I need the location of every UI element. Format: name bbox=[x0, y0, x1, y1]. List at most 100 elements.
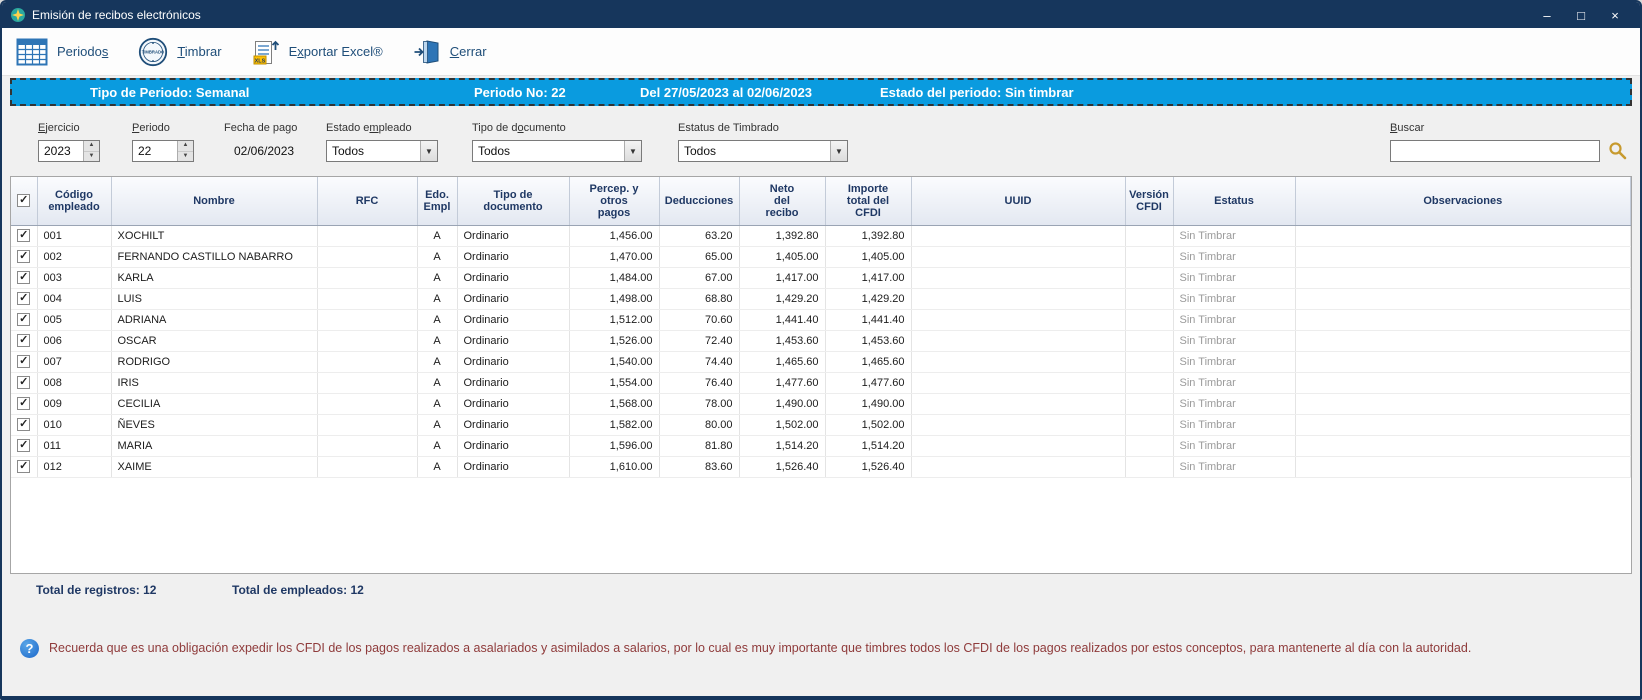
ejercicio-stepper[interactable]: 2023 ▲ ▼ bbox=[38, 140, 100, 162]
cell-rfc bbox=[317, 393, 417, 414]
cell-edo: A bbox=[417, 309, 457, 330]
cell-deducciones: 67.00 bbox=[659, 267, 739, 288]
col-header-observaciones[interactable]: Observaciones bbox=[1295, 177, 1631, 225]
table-row[interactable]: ✓ 002 FERNANDO CASTILLO NABARRO A Ordina… bbox=[11, 246, 1631, 267]
cell-uuid bbox=[911, 435, 1125, 456]
spin-up-icon[interactable]: ▲ bbox=[84, 141, 99, 152]
cell-importe-cfdi: 1,441.40 bbox=[825, 309, 911, 330]
select-all-checkbox[interactable]: ✓ bbox=[17, 194, 30, 207]
row-checkbox[interactable]: ✓ bbox=[17, 439, 30, 452]
row-checkbox[interactable]: ✓ bbox=[17, 460, 30, 473]
estatus-timbrado-select[interactable]: Todos ▼ bbox=[678, 140, 848, 162]
total-registros: Total de registros: 12 bbox=[36, 583, 232, 597]
col-header-uuid[interactable]: UUID bbox=[911, 177, 1125, 225]
table-row[interactable]: ✓ 006 OSCAR A Ordinario 1,526.00 72.40 1… bbox=[11, 330, 1631, 351]
row-checkbox[interactable]: ✓ bbox=[17, 229, 30, 242]
cell-tipo-documento: Ordinario bbox=[457, 225, 569, 246]
row-checkbox[interactable]: ✓ bbox=[17, 313, 30, 326]
cerrar-button[interactable]: Cerrar bbox=[413, 38, 487, 66]
search-input[interactable] bbox=[1390, 140, 1600, 162]
cell-nombre: KARLA bbox=[111, 267, 317, 288]
svg-text:XLS: XLS bbox=[254, 58, 265, 64]
cell-deducciones: 78.00 bbox=[659, 393, 739, 414]
maximize-button[interactable]: □ bbox=[1564, 4, 1598, 26]
col-header-edo[interactable]: Edo. Empl bbox=[417, 177, 457, 225]
cell-percepciones: 1,526.00 bbox=[569, 330, 659, 351]
cell-importe-cfdi: 1,405.00 bbox=[825, 246, 911, 267]
col-header-deducciones[interactable]: Deducciones bbox=[659, 177, 739, 225]
cell-observaciones bbox=[1295, 309, 1631, 330]
periods-calendar-icon bbox=[16, 38, 48, 66]
row-checkbox[interactable]: ✓ bbox=[17, 292, 30, 305]
cell-rfc bbox=[317, 330, 417, 351]
table-row[interactable]: ✓ 005 ADRIANA A Ordinario 1,512.00 70.60… bbox=[11, 309, 1631, 330]
periodos-button[interactable]: Periodos bbox=[16, 38, 108, 66]
cell-percepciones: 1,512.00 bbox=[569, 309, 659, 330]
cell-importe-cfdi: 1,477.60 bbox=[825, 372, 911, 393]
cell-nombre: ADRIANA bbox=[111, 309, 317, 330]
table-row[interactable]: ✓ 012 XAIME A Ordinario 1,610.00 83.60 1… bbox=[11, 456, 1631, 477]
timbrar-button[interactable]: TIMBRADO Timbrar bbox=[138, 37, 221, 67]
cell-observaciones bbox=[1295, 330, 1631, 351]
table-row[interactable]: ✓ 007 RODRIGO A Ordinario 1,540.00 74.40… bbox=[11, 351, 1631, 372]
table-row[interactable]: ✓ 001 XOCHILT A Ordinario 1,456.00 63.20… bbox=[11, 225, 1631, 246]
cell-observaciones bbox=[1295, 267, 1631, 288]
row-checkbox[interactable]: ✓ bbox=[17, 376, 30, 389]
cell-version-cfdi bbox=[1125, 267, 1173, 288]
cell-edo: A bbox=[417, 330, 457, 351]
spin-down-icon[interactable]: ▼ bbox=[84, 152, 99, 162]
estado-empleado-select[interactable]: Todos ▼ bbox=[326, 140, 438, 162]
cell-version-cfdi bbox=[1125, 246, 1173, 267]
periodos-label: Periodos bbox=[57, 44, 108, 59]
tipo-documento-select[interactable]: Todos ▼ bbox=[472, 140, 642, 162]
cell-codigo: 003 bbox=[37, 267, 111, 288]
cell-tipo-documento: Ordinario bbox=[457, 351, 569, 372]
cell-edo: A bbox=[417, 435, 457, 456]
spin-down-icon[interactable]: ▼ bbox=[178, 152, 193, 162]
exportar-excel-button[interactable]: XLS Exportar Excel® bbox=[252, 37, 383, 67]
col-header-estatus[interactable]: Estatus bbox=[1173, 177, 1295, 225]
col-header-tipo-documento[interactable]: Tipo de documento bbox=[457, 177, 569, 225]
row-checkbox[interactable]: ✓ bbox=[17, 334, 30, 347]
table-row[interactable]: ✓ 003 KARLA A Ordinario 1,484.00 67.00 1… bbox=[11, 267, 1631, 288]
cell-deducciones: 76.40 bbox=[659, 372, 739, 393]
search-icon[interactable] bbox=[1608, 141, 1627, 160]
minimize-button[interactable]: – bbox=[1530, 4, 1564, 26]
row-checkbox[interactable]: ✓ bbox=[17, 418, 30, 431]
employee-grid: ✓ Código empleado Nombre RFC Edo. Empl T… bbox=[10, 176, 1632, 574]
row-checkbox[interactable]: ✓ bbox=[17, 355, 30, 368]
cell-estatus: Sin Timbrar bbox=[1173, 267, 1295, 288]
col-header-importe-cfdi[interactable]: Importe total del CFDI bbox=[825, 177, 911, 225]
close-button[interactable]: × bbox=[1598, 4, 1632, 26]
table-row[interactable]: ✓ 010 ÑEVES A Ordinario 1,582.00 80.00 1… bbox=[11, 414, 1631, 435]
dropdown-arrow-icon[interactable]: ▼ bbox=[420, 141, 437, 161]
cell-estatus: Sin Timbrar bbox=[1173, 288, 1295, 309]
cell-rfc bbox=[317, 246, 417, 267]
dropdown-arrow-icon[interactable]: ▼ bbox=[830, 141, 847, 161]
col-header-select: ✓ bbox=[11, 177, 37, 225]
cell-estatus: Sin Timbrar bbox=[1173, 309, 1295, 330]
table-row[interactable]: ✓ 008 IRIS A Ordinario 1,554.00 76.40 1,… bbox=[11, 372, 1631, 393]
cell-neto: 1,405.00 bbox=[739, 246, 825, 267]
cell-observaciones bbox=[1295, 372, 1631, 393]
col-header-codigo[interactable]: Código empleado bbox=[37, 177, 111, 225]
table-row[interactable]: ✓ 004 LUIS A Ordinario 1,498.00 68.80 1,… bbox=[11, 288, 1631, 309]
col-header-rfc[interactable]: RFC bbox=[317, 177, 417, 225]
row-checkbox[interactable]: ✓ bbox=[17, 250, 30, 263]
col-header-percepciones[interactable]: Percep. y otros pagos bbox=[569, 177, 659, 225]
cell-estatus: Sin Timbrar bbox=[1173, 372, 1295, 393]
spin-up-icon[interactable]: ▲ bbox=[178, 141, 193, 152]
cell-observaciones bbox=[1295, 393, 1631, 414]
col-header-version-cfdi[interactable]: Versión CFDI bbox=[1125, 177, 1173, 225]
cell-codigo: 001 bbox=[37, 225, 111, 246]
row-checkbox[interactable]: ✓ bbox=[17, 397, 30, 410]
cell-uuid bbox=[911, 456, 1125, 477]
table-row[interactable]: ✓ 009 CECILIA A Ordinario 1,568.00 78.00… bbox=[11, 393, 1631, 414]
dropdown-arrow-icon[interactable]: ▼ bbox=[624, 141, 641, 161]
col-header-nombre[interactable]: Nombre bbox=[111, 177, 317, 225]
table-row[interactable]: ✓ 011 MARIA A Ordinario 1,596.00 81.80 1… bbox=[11, 435, 1631, 456]
col-header-neto[interactable]: Neto del recibo bbox=[739, 177, 825, 225]
cell-tipo-documento: Ordinario bbox=[457, 246, 569, 267]
periodo-stepper[interactable]: 22 ▲ ▼ bbox=[132, 140, 194, 162]
row-checkbox[interactable]: ✓ bbox=[17, 271, 30, 284]
